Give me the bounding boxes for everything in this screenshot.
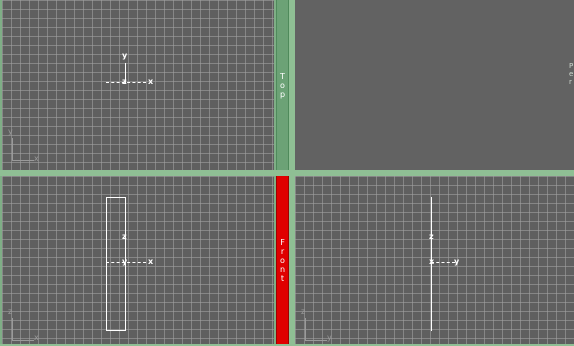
gizmo-right-label: y [454,257,460,266]
corner-right-label: y [327,333,332,342]
viewport-front[interactable]: z y x z x [2,176,274,344]
label-char: P [569,62,574,70]
label-char: e [569,70,574,78]
corner-axis-vertical [12,138,13,160]
viewport-label-perspective[interactable]: P e r [569,62,574,104]
corner-up-label: z [8,307,13,316]
label-char: t [280,273,285,283]
gizmo-up-label: z [122,232,127,241]
gizmo-up-label: z [429,232,434,241]
gizmo-center-label: y [122,257,128,266]
gizmo-center-label: x [429,257,435,266]
viewport-perspective[interactable] [295,0,574,170]
label-char: F [280,237,285,247]
label-char: r [569,78,572,86]
viewport-divider-horizontal[interactable] [0,170,574,176]
corner-axis-horizontal [305,340,327,341]
viewport-label-front[interactable]: F r o n t [276,176,289,344]
corner-axis-horizontal [12,340,34,341]
viewport-label-top[interactable]: T o p [276,0,289,170]
label-char: r [280,246,285,256]
label-char: o [280,80,285,90]
corner-up-label: z [301,307,306,316]
corner-right-label: x [34,333,39,342]
label-char: T [280,71,285,81]
gizmo-up-label: y [122,51,128,60]
corner-axis-vertical [12,318,13,340]
corner-axis-horizontal [12,160,34,161]
viewport-top[interactable]: y z x y x [2,0,274,170]
corner-up-label: y [8,127,13,136]
label-char: n [279,264,286,274]
viewport-left[interactable]: z x y z y [295,176,574,344]
gizmo-right-label: x [148,257,154,266]
viewport-layout: y z x y x T o p P e r z y x z x F r o n … [0,0,574,346]
gizmo-center-label: z [122,77,127,86]
gizmo-y-axis [431,262,455,264]
label-char: p [279,89,286,99]
corner-right-label: x [34,154,39,163]
corner-axis-vertical [305,318,306,340]
label-char: o [280,255,285,265]
gizmo-right-label: x [148,77,154,86]
